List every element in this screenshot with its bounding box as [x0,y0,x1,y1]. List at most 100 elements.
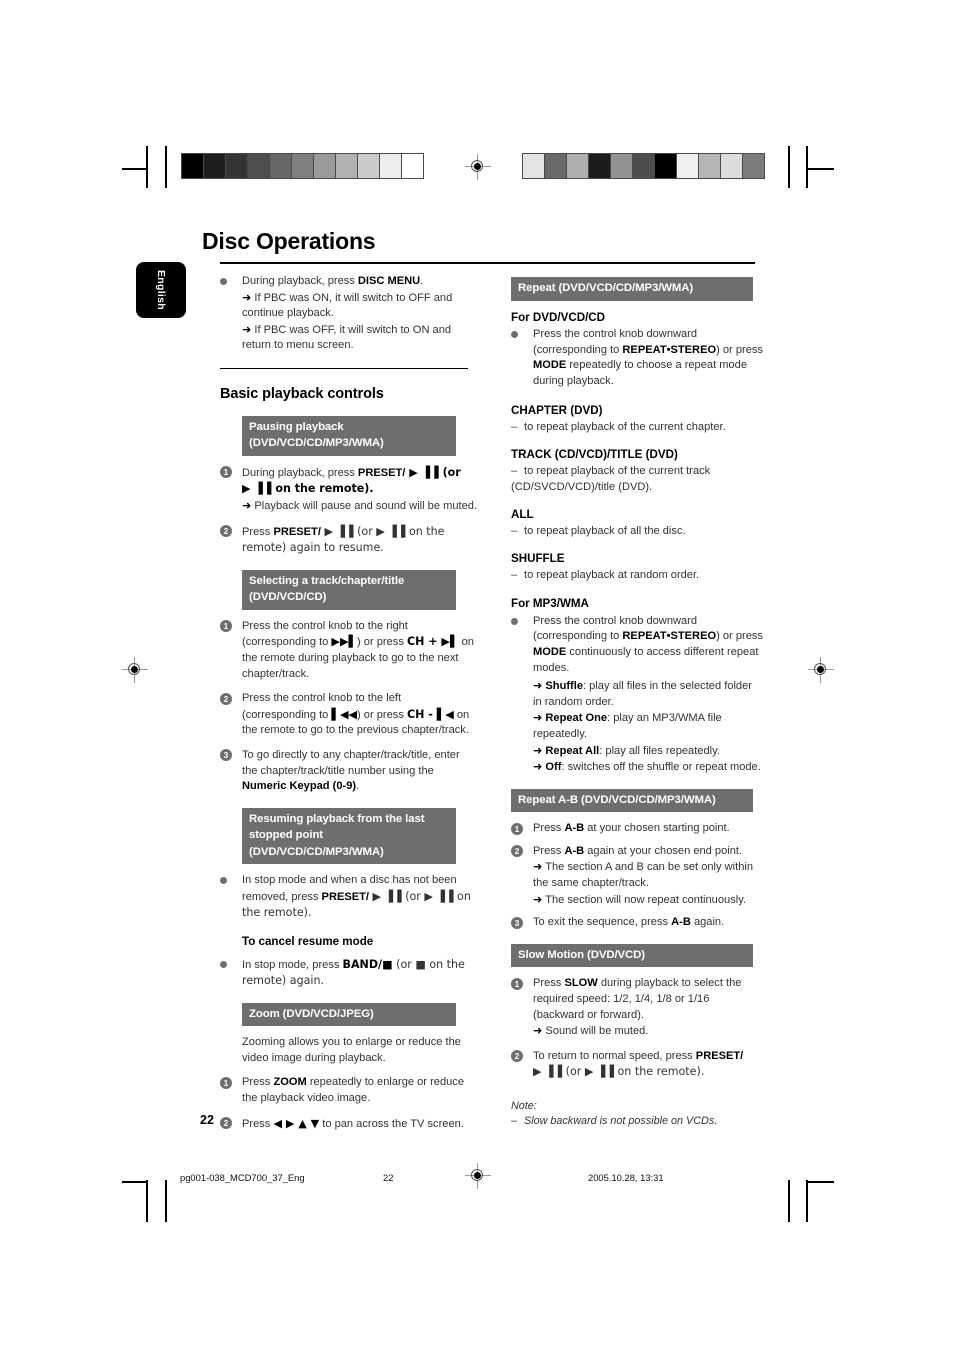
crop-mark-bottom-left-v2 [165,1180,167,1222]
mp3-mode-desc: : switches off the shuffle or repeat mod… [561,761,761,774]
banner-repeat: Repeat (DVD/VCD/CD/MP3/WMA) [511,277,753,301]
preset-label: PRESET/ [357,466,406,479]
repeat-stereo-label: REPEAT•STEREO [622,343,717,356]
calibration-swatch [743,154,764,178]
repeat-mode-track-title: TRACK (CD/VCD)/TITLE (DVD) – to repeat pl… [511,447,763,495]
step-number-3-icon: 3 [220,748,237,764]
dash-icon: – [511,1114,518,1127]
right-column: Repeat (DVD/VCD/CD/MP3/WMA) For DVD/VCD/… [505,277,763,1131]
footer-timestamp: 2005.10.28, 13:31 [588,1172,664,1183]
registration-mark-left [122,657,148,683]
page-title: Disc Operations [202,228,376,254]
repeat-mp3-bullet-item: Press the control knob downward (corresp… [505,614,763,676]
language-tab: English [136,262,186,318]
crop-mark-bottom-right-v2 [788,1180,790,1222]
repeat-mode-desc-row: – to repeat playback of the current track… [511,464,763,495]
mp3-mode-name: Repeat One [545,712,608,725]
calibration-swatch [699,154,721,178]
dash-icon: – [511,420,518,433]
mp3-mode-name: Shuffle [545,680,583,693]
step-number-1-icon: 1 [220,465,237,481]
calibration-swatch [677,154,699,178]
zoom-intro-text: Zooming allows you to enlarge or reduce … [242,1036,461,1064]
note-block: Note: – Slow backward is not possible on … [505,1099,763,1129]
pausing-step-2: 2 Press PRESET/ ▶ ▐▐ (or ▶ ▐▐ on the rem… [220,524,478,557]
selecting-step2-c: ) or press [357,708,407,721]
reg-dot [473,1171,481,1179]
arrow-icon: ➜ [242,290,252,304]
selecting-step-2: 2 Press the control knob to the left (co… [220,691,478,739]
crop-mark-bottom-right-h [808,1181,834,1183]
banner-repeat-ab: Repeat A-B (DVD/VCD/CD/MP3/WMA) [511,788,753,813]
repeat-dvd-c: ) or press [716,343,763,356]
step-number-2-icon: 2 [220,524,237,540]
intro-bullet-item: During playback, press DISC MENU. ➜ If P… [220,274,478,354]
mp3-mode-repeat-one: ➜ Repeat One: play an MP3/WMA file repea… [533,710,763,742]
mp3-mode-shuffle: ➜ Shuffle: play all files in the selecte… [533,678,763,710]
crop-mark-top-left-v2 [165,146,167,188]
slow-step2-c: ▶ ▐▐ (or ▶ ▐▐ on the remote). [533,1065,705,1079]
left-column: During playback, press DISC MENU. ➜ If P… [220,274,478,1141]
dash-icon: – [511,524,518,537]
arrow-icon: ➜ [533,743,543,757]
repeat-dvd-bullet-item: Press the control knob downward (corresp… [505,327,763,389]
heading-cancel-resume-mode: To cancel resume mode [242,935,374,949]
language-tab-label: English [155,269,167,311]
registration-mark-top [465,154,491,180]
crop-mark-bottom-right-v [806,1180,808,1222]
reg-dot [130,665,138,673]
calibration-swatch [380,154,402,178]
step-number-2-icon: 2 [220,1116,237,1132]
arrow-icon: ➜ [242,499,252,513]
calibration-swatch [358,154,380,178]
slow-step2-a: To return to normal speed, press [533,1049,696,1062]
mp3-mode-name: Off [545,761,562,774]
dash-icon: – [511,464,518,477]
mode-label: MODE [533,359,567,372]
arrow-icon: ➜ [533,760,543,774]
crop-mark-bottom-left-v [146,1180,148,1222]
mp3-mode-repeat-all: ➜ Repeat All: play all files repeatedly. [533,743,763,760]
note-text: Slow backward is not possible on VCDs. [524,1114,718,1127]
footer-page-number: 22 [383,1172,394,1183]
calibration-strip-left [181,153,424,179]
bullet-icon [220,957,237,974]
step-number-2-icon: 2 [511,1049,528,1065]
banner-slow-motion: Slow Motion (DVD/VCD) [511,943,753,968]
repeat-mode-name: CHAPTER (DVD) [511,404,603,418]
step-number-3-icon: 3 [511,915,528,931]
step-number-2-icon: 2 [511,844,528,860]
repeat-mode-chapter: CHAPTER (DVD) – to repeat playback of the… [511,403,763,435]
calibration-swatch [336,154,358,178]
repeat-ab-step-1: 1 Press A-B at your chosen starting poin… [505,821,763,837]
repeat-dvd-e: repeatedly to choose a repeat mode durin… [533,359,747,387]
repeat-mode-desc: to repeat playback of the current chapte… [524,420,726,433]
play-pause-icon: ▶ ▐▐ (or [405,465,461,479]
step-number-1-icon: 1 [220,1075,237,1091]
cancel-resume-bullet-item: In stop mode, press BAND/■ (or ■ on the … [220,957,478,990]
note-label: Note: [511,1099,537,1112]
calibration-swatch [721,154,743,178]
ch-plus-label: CH + ▶▌ [406,635,459,649]
mp3-mode-list: ➜ Shuffle: play all files in the selecte… [505,678,763,776]
repeat-mode-shuffle: SHUFFLE – to repeat playback at random or… [511,551,763,583]
intro-arrow-2: If PBC was OFF, it will switch to ON and… [242,323,452,352]
repeat-mp3-e: continuously to access different repeat … [533,646,759,674]
rewind-icon: ▌◀◀ [331,707,358,721]
preset-label: PRESET/ [321,890,370,903]
ab-step3-a: To exit the sequence, press [533,916,672,929]
heading-for-dvd-vcd-cd: For DVD/VCD/CD [511,310,606,324]
crop-mark-top-left-h [122,168,148,170]
pausing-step1-a: During playback, press [242,466,358,479]
crop-mark-top-right-v [806,146,808,188]
mp3-mode-name: Repeat All [545,744,600,757]
heading-for-mp3-wma: For MP3/WMA [511,597,589,611]
arrow-icon: ➜ [533,711,543,725]
selecting-step3-c: . [356,780,360,793]
calibration-swatch [248,154,270,178]
calibration-swatch [402,154,423,178]
selecting-step-1: 1 Press the control knob to the right (c… [220,619,478,682]
slow-motion-step-2: 2 To return to normal speed, press PRESE… [505,1049,763,1081]
fast-forward-icon: ▶▶▌ [331,635,358,649]
pausing-step2-a: Press [242,525,274,538]
